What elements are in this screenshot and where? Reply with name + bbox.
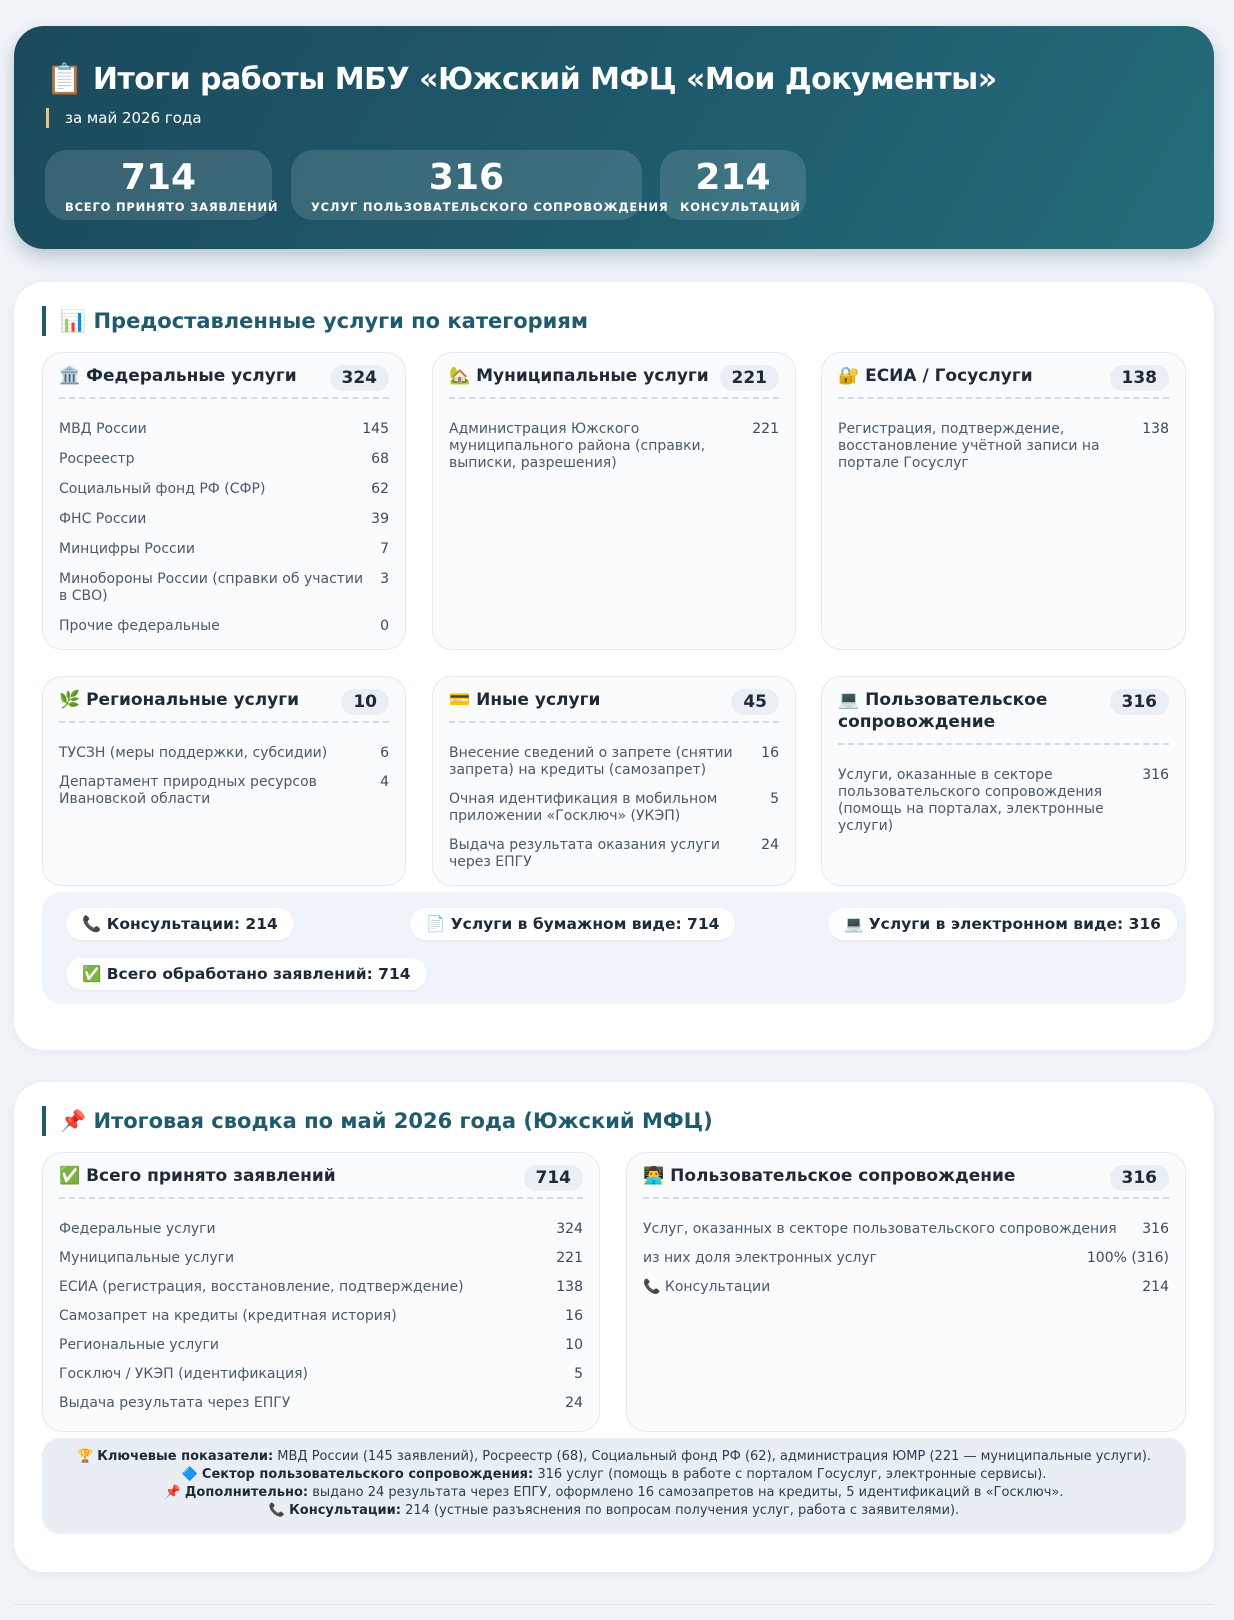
card-rows: Федеральные услуги 324 Муниципальные услу… [59, 1221, 583, 1424]
card-rows: Администрация Южского муниципального рай… [449, 421, 779, 484]
stat-total-applications: 714 Всего принято заявлений [45, 150, 279, 220]
list-item: ЕСИА (регистрация, восстановление, подтв… [59, 1279, 583, 1295]
chip-paper-services: 📄 Услуги в бумажном виде: 714 [410, 908, 736, 940]
card-count-badge: 10 [341, 689, 389, 715]
list-item: Социальный фонд РФ (СФР) 62 [59, 481, 389, 497]
list-item: Выдача результата через ЕПГУ 24 [59, 1395, 583, 1411]
stat-value: 316 [428, 157, 505, 198]
report-period: за май 2026 года [46, 108, 202, 128]
card-header: 💻 Пользовательское сопровождение 316 [838, 689, 1169, 745]
list-item: Минобороны России (справки об участии в … [59, 571, 389, 604]
stat-consultations: 214 Консультаций [660, 150, 806, 220]
card-support-summary: 👨‍💻 Пользовательское сопровождение 316 У… [626, 1152, 1186, 1432]
card-title: 🌿 Региональные услуги [59, 690, 300, 710]
card-user-support: 💻 Пользовательское сопровождение 316 Усл… [821, 676, 1186, 886]
stat-label: Услуг пользовательского сопровождения [311, 200, 669, 214]
categories-panel: 📊 Предоставленные услуги по категориям 🏛… [14, 282, 1214, 1050]
card-header: ✅ Всего принято заявлений 714 [59, 1165, 583, 1199]
card-other: 💳 Иные услуги 45 Внесение сведений о зап… [432, 676, 796, 886]
stat-label: Консультаций [680, 200, 801, 214]
card-header: 👨‍💻 Пользовательское сопровождение 316 [643, 1165, 1169, 1199]
card-count-badge: 714 [523, 1165, 583, 1191]
stat-value: 714 [120, 157, 197, 198]
list-item: Очная идентификация в мобильном приложен… [449, 791, 779, 824]
card-header: 🌿 Региональные услуги 10 [59, 689, 389, 723]
card-regional: 🌿 Региональные услуги 10 ТУСЗН (меры под… [42, 676, 406, 886]
categories-title: 📊 Предоставленные услуги по категориям [42, 306, 588, 336]
card-header: 💳 Иные услуги 45 [449, 689, 779, 723]
card-total-applications: ✅ Всего принято заявлений 714 Федеральны… [42, 1152, 600, 1432]
stat-user-support: 316 Услуг пользовательского сопровождени… [291, 150, 669, 220]
phone-icon: 📞 [268, 1503, 286, 1518]
list-item: Прочие федеральные 0 [59, 618, 389, 634]
card-rows: Услуги, оказанные в секторе пользователь… [838, 767, 1169, 847]
card-esia: 🔐 ЕСИА / Госуслуги 138 Регистрация, подт… [821, 352, 1186, 650]
list-item: Региональные услуги 10 [59, 1337, 583, 1353]
card-title: 💳 Иные услуги [449, 690, 601, 710]
chip-electronic-services: 💻 Услуги в электронном виде: 316 [828, 908, 1177, 940]
list-item: Минцифры России 7 [59, 541, 389, 557]
list-item: 📞 Консультации 214 [643, 1279, 1169, 1295]
pin-icon: 📌 [164, 1485, 181, 1500]
stat-label: Всего принято заявлений [65, 200, 279, 214]
card-count-badge: 45 [731, 689, 779, 715]
list-item: Департамент природных ресурсов Ивановско… [59, 774, 389, 807]
card-count-badge: 316 [1109, 689, 1169, 715]
card-rows: Внесение сведений о запрете (снятии запр… [449, 745, 779, 883]
card-count-badge: 138 [1109, 365, 1169, 391]
card-rows: ТУСЗН (меры поддержки, субсидии) 6 Департ… [59, 745, 389, 820]
page-title: 📋 Итоги работы МБУ «Южский МФЦ «Мои Доку… [46, 62, 997, 97]
card-rows: Услуг, оказанных в секторе пользовательс… [643, 1221, 1169, 1308]
card-rows: МВД России 145 Росреестр 68 Социальный фон… [59, 421, 389, 647]
list-item: ФНС России 39 [59, 511, 389, 527]
list-item: Услуг, оказанных в секторе пользовательс… [643, 1221, 1169, 1237]
list-item: МВД России 145 [59, 421, 389, 437]
chip-consultations: 📞 Консультации: 214 [66, 908, 294, 940]
card-header: 🏛️ Федеральные услуги 324 [59, 365, 389, 399]
card-title: 👨‍💻 Пользовательское сопровождение [643, 1166, 1016, 1186]
page-title-text: Итоги работы МБУ «Южский МФЦ «Мои Докуме… [92, 62, 997, 97]
note-consultations: 📞 Консультации: 214 (устные разъяснения … [268, 1503, 960, 1518]
footer-divider [14, 1604, 1214, 1605]
card-count-badge: 316 [1109, 1165, 1169, 1191]
list-item: Регистрация, подтверждение, восстановлен… [838, 421, 1169, 471]
list-item: Госключ / УКЭП (идентификация) 5 [59, 1366, 583, 1382]
list-item: Росреестр 68 [59, 451, 389, 467]
card-header: 🏡 Муниципальные услуги 221 [449, 365, 779, 399]
card-title: ✅ Всего принято заявлений [59, 1166, 336, 1186]
chip-total-processed: ✅ Всего обработано заявлений: 714 [66, 958, 427, 990]
note-key-indicators: 🏆 Ключевые показатели: МВД России (145 з… [76, 1449, 1152, 1464]
list-item: Самозапрет на кредиты (кредитная история… [59, 1308, 583, 1324]
list-item: Администрация Южского муниципального рай… [449, 421, 779, 471]
card-count-badge: 221 [719, 365, 779, 391]
report-header: 📋 Итоги работы МБУ «Южский МФЦ «Мои Доку… [14, 26, 1214, 249]
list-item: Муниципальные услуги 221 [59, 1250, 583, 1266]
note-support-sector: 🔷 Сектор пользовательского сопровождения… [181, 1467, 1047, 1482]
stat-value: 214 [695, 157, 771, 198]
clipboard-icon: 📋 [46, 62, 83, 97]
trophy-icon: 🏆 [76, 1449, 94, 1464]
note-additional: 📌 Дополнительно: выдано 24 результата че… [164, 1485, 1064, 1500]
list-item: Федеральные услуги 324 [59, 1221, 583, 1237]
list-item: Выдача результата оказания услуги через … [449, 837, 779, 870]
card-count-badge: 324 [329, 365, 389, 391]
card-rows: Регистрация, подтверждение, восстановлен… [838, 421, 1169, 484]
summary-panel: 📌 Итоговая сводка по май 2026 года (Южск… [14, 1082, 1214, 1572]
list-item: ТУСЗН (меры поддержки, субсидии) 6 [59, 745, 389, 761]
card-municipal: 🏡 Муниципальные услуги 221 Администрация… [432, 352, 796, 650]
diamond-icon: 🔷 [181, 1467, 198, 1482]
totals-chips: 📞 Консультации: 214 📄 Услуги в бумажном … [42, 892, 1186, 1004]
list-item: Услуги, оказанные в секторе пользователь… [838, 767, 1169, 834]
card-header: 🔐 ЕСИА / Госуслуги 138 [838, 365, 1169, 399]
card-federal: 🏛️ Федеральные услуги 324 МВД России 145 … [42, 352, 406, 650]
list-item: Внесение сведений о запрете (снятии запр… [449, 745, 779, 778]
summary-title: 📌 Итоговая сводка по май 2026 года (Южск… [42, 1106, 713, 1136]
list-item: из них доля электронных услуг 100% (316) [643, 1250, 1169, 1266]
key-notes: 🏆 Ключевые показатели: МВД России (145 з… [42, 1438, 1186, 1534]
